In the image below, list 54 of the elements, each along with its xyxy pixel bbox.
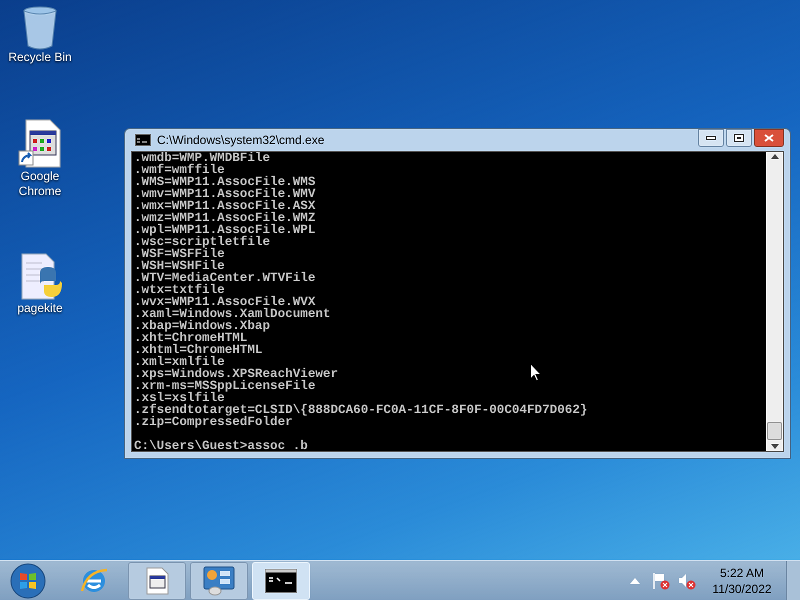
scroll-down-icon[interactable] (770, 444, 778, 449)
console-line: .xbap=Windows.Xbap (134, 320, 270, 332)
clock[interactable]: 5:22 AM 11/30/2022 (706, 564, 778, 596)
vertical-scrollbar[interactable] (766, 152, 783, 451)
document-icon (145, 566, 169, 594)
console-line: .WSF=WSFFile (134, 248, 225, 260)
console-line: .wmx=WMP11.AssocFile.ASX (134, 200, 316, 212)
scroll-up-icon[interactable] (770, 154, 778, 159)
command-prompt-icon (135, 134, 151, 146)
command-prompt-icon (265, 568, 297, 592)
console-line: .WSH=WSHFile (134, 260, 225, 272)
console-line: .zfsendtotarget=CLSID\{888DCA60-FC0A-11CF-8F0F-00C04FD7D062} (134, 404, 588, 416)
console-line: .xaml=Windows.XamlDocument (134, 308, 330, 320)
console-line: .WTV=MediaCenter.WTVFile (134, 272, 316, 284)
desktop-icon-label[interactable]: Google Chrome (2, 169, 78, 199)
window-title: C:\Windows\system32\cmd.exe (157, 132, 326, 149)
taskbar-button[interactable] (128, 562, 186, 600)
close-icon (764, 134, 774, 142)
shortcut-document-icon (18, 119, 62, 169)
command-prompt-line: C:\Users\Guest>assoc .b (134, 440, 308, 451)
windows-logo-icon (10, 562, 46, 598)
console-line: .WMS=WMP11.AssocFile.WMS (134, 176, 316, 188)
control-panel-icon (203, 566, 235, 596)
console-line: .wpl=WMP11.AssocFile.WPL (134, 224, 316, 236)
console-line: .wmf=wmffile (134, 164, 225, 176)
minimize-button[interactable] (698, 129, 724, 147)
recycle-bin-icon (22, 6, 58, 50)
console-line: .xsl=xslfile (134, 392, 225, 404)
console-line: .wmz=WMP11.AssocFile.WMZ (134, 212, 316, 224)
console-line: .xrm-ms=MSSppLicenseFile (134, 380, 316, 392)
maximize-button[interactable] (726, 129, 752, 147)
desktop-icon-label[interactable]: pagekite (2, 301, 78, 316)
console-line: .xht=ChromeHTML (134, 332, 248, 344)
maximize-icon (734, 134, 744, 142)
minimize-icon (706, 136, 716, 140)
console-line: .xps=Windows.XPSReachViewer (134, 368, 338, 380)
close-button[interactable] (754, 129, 784, 147)
console-line: .wmv=WMP11.AssocFile.WMV (134, 188, 316, 200)
console-line: .wvx=WMP11.AssocFile.WVX (134, 296, 316, 308)
scrollbar-thumb[interactable] (767, 422, 782, 440)
clock-date: 11/30/2022 (712, 580, 772, 596)
start-button[interactable] (8, 562, 48, 600)
taskbar-button[interactable] (190, 562, 248, 600)
console-line: .wmdb=WMP.WMDBFile (134, 152, 270, 164)
mouse-cursor-icon (530, 363, 542, 382)
console-line: .zip=CompressedFolder (134, 416, 293, 428)
console-line: .xhtml=ChromeHTML (134, 344, 262, 356)
console-line: .wtx=txtfile (134, 284, 225, 296)
console-line: .wsc=scriptletfile (134, 236, 270, 248)
desktop-icon-label[interactable]: Recycle Bin (2, 50, 78, 65)
flag-error-icon[interactable] (652, 572, 670, 590)
speaker-error-icon[interactable] (678, 572, 696, 590)
clock-time: 5:22 AM (720, 564, 764, 580)
console-line: .xml=xmlfile (134, 356, 225, 368)
